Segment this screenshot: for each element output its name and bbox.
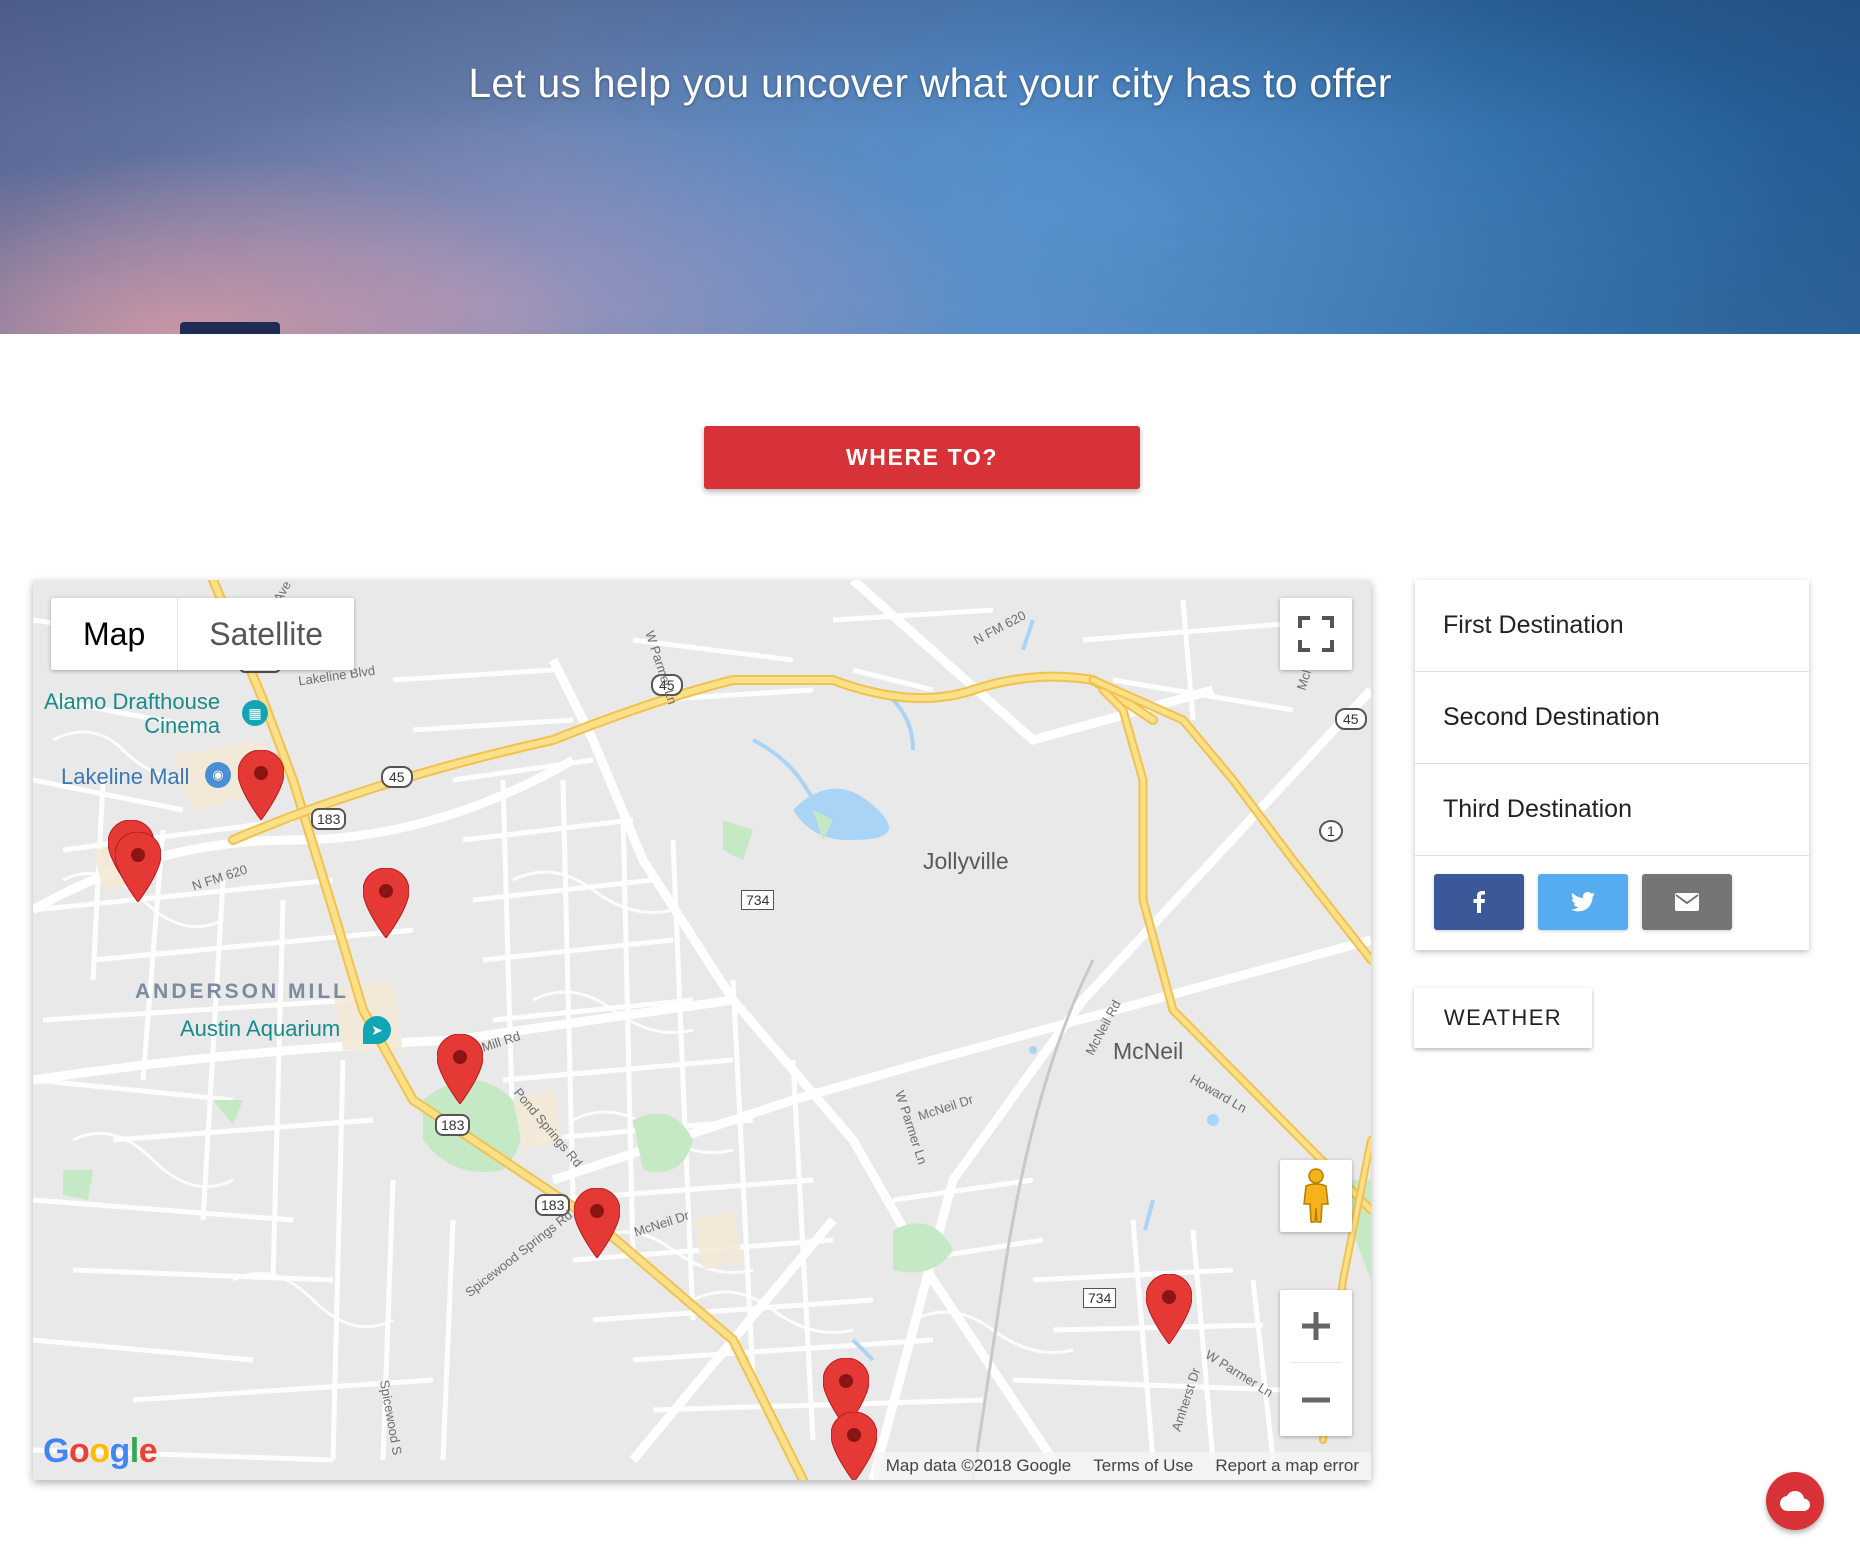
shield-45: 45 bbox=[381, 766, 413, 788]
shield-183: 183 bbox=[311, 808, 347, 830]
fullscreen-icon bbox=[1298, 616, 1334, 652]
pegman-icon bbox=[1303, 1168, 1329, 1223]
map-type-satellite[interactable]: Satellite bbox=[178, 598, 354, 670]
hero-title: Let us help you uncover what your city h… bbox=[468, 60, 1392, 106]
place-mcneil: McNeil bbox=[1113, 1038, 1184, 1064]
map-attribution: Map data ©2018 Google Terms of Use Repor… bbox=[873, 1452, 1371, 1480]
terms-of-use-link[interactable]: Terms of Use bbox=[1093, 1456, 1193, 1476]
google-logo: Google bbox=[43, 1432, 158, 1470]
map-type-map[interactable]: Map bbox=[51, 598, 179, 670]
shield-734: 734 bbox=[741, 890, 775, 910]
place-anderson-mill: ANDERSON MILL bbox=[135, 980, 349, 1003]
weather-fab-button[interactable] bbox=[1766, 1472, 1824, 1530]
destination-item-first[interactable]: First Destination bbox=[1415, 580, 1809, 672]
place-alamo-drafthouse[interactable]: Alamo Drafthouse Cinema bbox=[44, 690, 220, 738]
map-marker[interactable] bbox=[1146, 1274, 1192, 1344]
plus-icon bbox=[1302, 1312, 1330, 1340]
place-alamo-line1: Alamo Drafthouse bbox=[44, 689, 221, 714]
map-marker[interactable] bbox=[115, 832, 161, 902]
place-austin-aquarium[interactable]: Austin Aquarium bbox=[180, 1016, 340, 1042]
place-alamo-line2: Cinema bbox=[144, 713, 221, 738]
share-email-button[interactable] bbox=[1642, 874, 1732, 930]
movie-theater-icon: ▦ bbox=[242, 700, 268, 726]
zoom-controls bbox=[1280, 1290, 1352, 1436]
map-marker[interactable] bbox=[238, 750, 284, 820]
shield-183: 183 bbox=[435, 1114, 471, 1136]
share-buttons bbox=[1434, 874, 1732, 930]
hero-silhouette bbox=[180, 322, 280, 334]
share-twitter-button[interactable] bbox=[1538, 874, 1628, 930]
report-map-error-link[interactable]: Report a map error bbox=[1215, 1456, 1359, 1476]
shopping-icon: ◉ bbox=[205, 762, 231, 788]
minus-icon bbox=[1302, 1397, 1330, 1403]
mail-icon bbox=[1675, 893, 1699, 911]
weather-button[interactable]: WEATHER bbox=[1414, 988, 1592, 1048]
zoom-divider bbox=[1290, 1362, 1342, 1363]
map-marker[interactable] bbox=[437, 1034, 483, 1104]
map-marker[interactable] bbox=[363, 868, 409, 938]
share-facebook-button[interactable] bbox=[1434, 874, 1524, 930]
destination-item-third[interactable]: Third Destination bbox=[1415, 764, 1809, 856]
street-view-button[interactable] bbox=[1280, 1160, 1352, 1232]
where-to-button[interactable]: WHERE TO? bbox=[704, 426, 1140, 489]
hero-overlay bbox=[0, 0, 1860, 334]
zoom-out-button[interactable] bbox=[1280, 1364, 1352, 1436]
map-marker[interactable] bbox=[574, 1188, 620, 1258]
zoom-in-button[interactable] bbox=[1280, 1290, 1352, 1362]
twitter-icon bbox=[1571, 892, 1595, 912]
shield-45: 45 bbox=[1335, 708, 1367, 730]
destination-item-second[interactable]: Second Destination bbox=[1415, 672, 1809, 764]
map-data-credit: Map data ©2018 Google bbox=[885, 1456, 1072, 1475]
map-marker[interactable] bbox=[831, 1412, 877, 1480]
shield-734: 734 bbox=[1083, 1288, 1117, 1308]
shield-1: 1 bbox=[1319, 820, 1343, 842]
place-lakeline-mall[interactable]: Lakeline Mall bbox=[61, 764, 189, 790]
map-type-toggle: Map Satellite bbox=[51, 598, 355, 670]
place-jollyville: Jollyville bbox=[923, 848, 1009, 874]
hero-banner: Let us help you uncover what your city h… bbox=[0, 0, 1860, 334]
cloud-icon bbox=[1780, 1491, 1810, 1511]
facebook-icon bbox=[1473, 891, 1485, 913]
destinations-card: First Destination Second Destination Thi… bbox=[1415, 580, 1809, 950]
fullscreen-button[interactable] bbox=[1280, 598, 1352, 670]
map-view[interactable]: 183A 45 45 45 183 183 183 734 734 1 Alam… bbox=[33, 580, 1371, 1480]
aquarium-icon: ➤ bbox=[363, 1016, 391, 1044]
